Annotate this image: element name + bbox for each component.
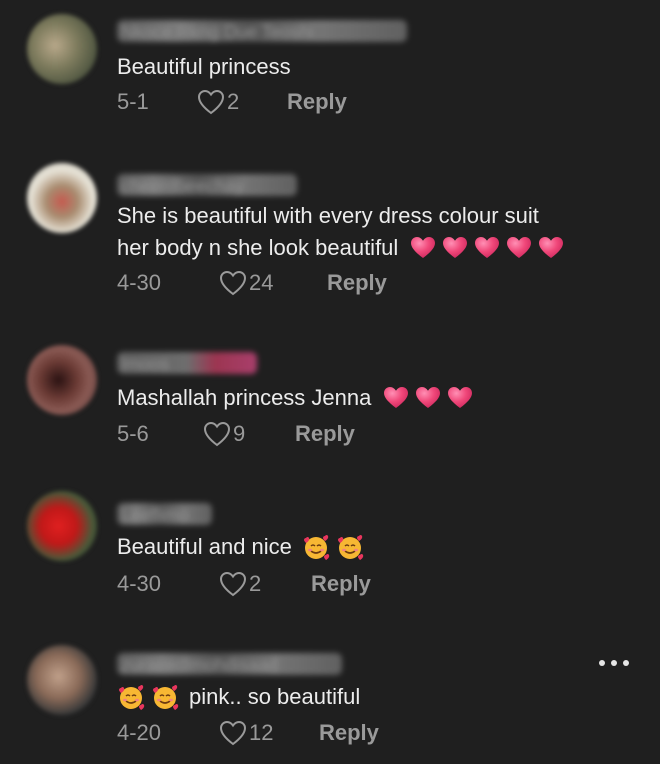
heart-emoji-icon bbox=[383, 386, 409, 410]
avatar[interactable] bbox=[27, 14, 97, 84]
like-button[interactable]: 2 bbox=[219, 571, 311, 597]
avatar[interactable] bbox=[27, 491, 97, 561]
heart-emoji-icon bbox=[506, 236, 532, 260]
comment-date: 4-30 bbox=[117, 571, 162, 596]
comment-meta: 5-1 2 Reply bbox=[117, 86, 347, 118]
dot bbox=[623, 660, 629, 666]
like-count: 24 bbox=[249, 270, 274, 295]
reply-button[interactable]: Reply bbox=[327, 270, 387, 296]
heart-emoji-icon bbox=[415, 386, 441, 410]
smiling-face-with-hearts-icon bbox=[151, 683, 179, 711]
comment-meta: 4-20 12 Reply bbox=[117, 717, 379, 749]
heart-emoji-icon bbox=[410, 236, 436, 260]
username[interactable]: zuraeedlmohdisaad bbox=[117, 653, 342, 675]
reply-button[interactable]: Reply bbox=[311, 571, 371, 597]
like-count: 2 bbox=[227, 89, 240, 114]
heart-emoji-icon bbox=[447, 386, 473, 410]
heart-outline-icon bbox=[219, 571, 247, 597]
username[interactable]: lmoos bbox=[117, 352, 257, 374]
like-count: 9 bbox=[233, 421, 246, 446]
comment-meta: 5-6 9 Reply bbox=[117, 418, 355, 450]
comment-meta: 4-30 2 Reply bbox=[117, 568, 371, 600]
avatar[interactable] bbox=[27, 163, 97, 233]
comment-text: Mashallah princess Jenna bbox=[117, 382, 627, 414]
dot bbox=[599, 660, 605, 666]
heart-outline-icon bbox=[197, 89, 225, 115]
like-count: 2 bbox=[249, 571, 262, 596]
like-button[interactable]: 2 bbox=[197, 89, 287, 115]
more-dots-icon[interactable] bbox=[599, 660, 629, 666]
like-button[interactable]: 12 bbox=[219, 720, 319, 746]
username[interactable]: cheerdbeechay bbox=[117, 174, 297, 196]
heart-outline-icon bbox=[219, 270, 247, 296]
heart-emoji-icon bbox=[474, 236, 500, 260]
reply-button[interactable]: Reply bbox=[287, 89, 347, 115]
comment-text: pink.. so beautiful bbox=[117, 681, 627, 713]
reply-button[interactable]: Reply bbox=[319, 720, 379, 746]
smiling-face-with-hearts-icon bbox=[336, 533, 364, 561]
dot bbox=[611, 660, 617, 666]
smiling-face-with-hearts-icon bbox=[117, 683, 145, 711]
heart-outline-icon bbox=[219, 720, 247, 746]
comment-text: Beautiful princess bbox=[117, 54, 291, 79]
username[interactable]: Nkoce Rkng Due Teoshi bbox=[117, 20, 407, 42]
heart-outline-icon bbox=[203, 421, 231, 447]
like-count: 12 bbox=[249, 720, 274, 745]
comment-text: Beautiful and nice bbox=[117, 531, 627, 563]
like-button[interactable]: 9 bbox=[203, 421, 295, 447]
comment-date: 5-6 bbox=[117, 421, 149, 446]
comment-text: She is beautiful with every dress colour… bbox=[117, 200, 627, 264]
comment-meta: 4-30 24 Reply bbox=[117, 267, 387, 299]
smiling-face-with-hearts-icon bbox=[302, 533, 330, 561]
comment-date: 4-30 bbox=[117, 270, 162, 295]
heart-emoji-icon bbox=[538, 236, 564, 260]
reply-button[interactable]: Reply bbox=[295, 421, 355, 447]
heart-emoji-icon bbox=[442, 236, 468, 260]
username[interactable]: Leeflimo bbox=[117, 503, 212, 525]
comment-date: 5-1 bbox=[117, 89, 149, 114]
like-button[interactable]: 24 bbox=[219, 270, 327, 296]
avatar[interactable] bbox=[27, 645, 97, 715]
avatar[interactable] bbox=[27, 345, 97, 415]
comment-date: 4-20 bbox=[117, 720, 162, 745]
